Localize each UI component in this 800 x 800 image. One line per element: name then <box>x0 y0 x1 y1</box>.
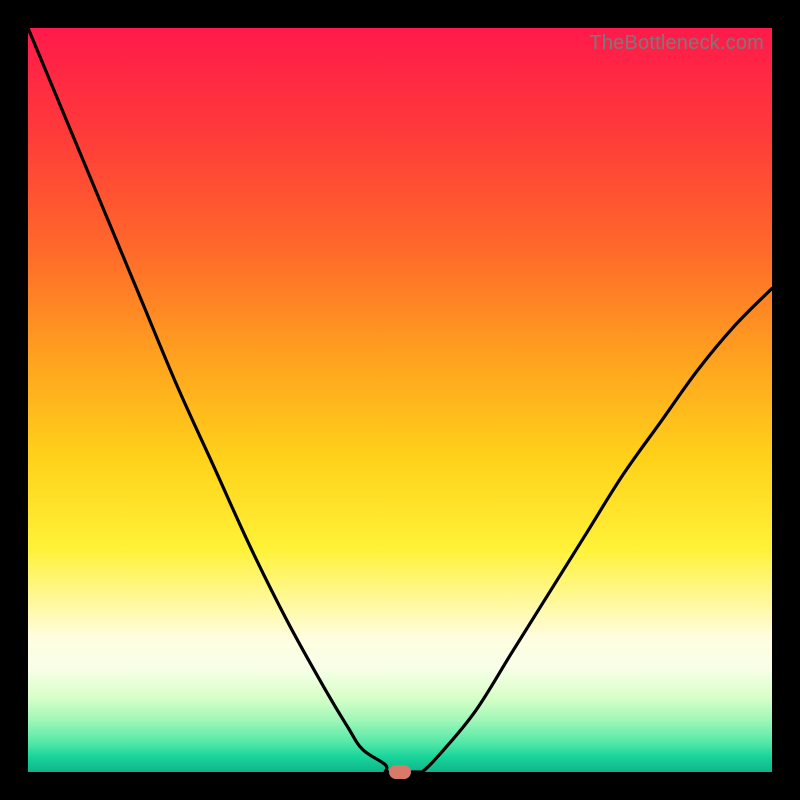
optimal-marker-icon <box>389 765 411 779</box>
plot-area: TheBottleneck.com <box>28 28 772 772</box>
chart-frame: TheBottleneck.com <box>0 0 800 800</box>
bottleneck-curve <box>28 28 772 772</box>
